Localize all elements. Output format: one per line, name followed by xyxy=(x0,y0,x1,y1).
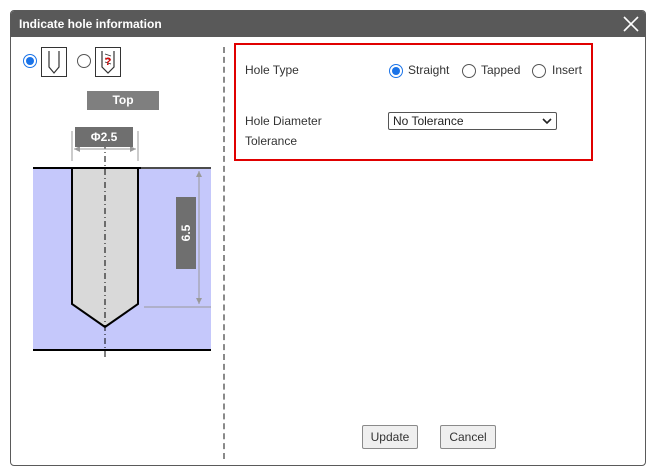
depth-dimension-label: 6.5 xyxy=(176,197,196,269)
tolerance-select-value: No Tolerance xyxy=(393,114,464,128)
close-icon[interactable] xyxy=(621,14,641,34)
tolerance-select[interactable]: No Tolerance xyxy=(388,112,557,130)
svg-text:?: ? xyxy=(105,56,112,68)
update-button[interactable]: Update xyxy=(362,425,418,449)
diameter-dimension-label: Φ2.5 xyxy=(75,127,133,147)
tapped-hole-icon[interactable]: ? xyxy=(95,47,121,77)
tolerance-label-line2: Tolerance xyxy=(245,134,298,148)
panel-divider xyxy=(223,47,225,459)
tapped-view-radio[interactable] xyxy=(77,54,91,68)
hole-type-radio-straight[interactable] xyxy=(389,64,403,78)
tolerance-label-line1: Hole Diameter xyxy=(245,114,322,128)
dialog-titlebar: Indicate hole information xyxy=(11,11,645,37)
cancel-button[interactable]: Cancel xyxy=(440,425,496,449)
hole-type-option-tapped[interactable]: Tapped xyxy=(481,63,520,77)
hole-type-radio-tapped[interactable] xyxy=(462,64,476,78)
dialog-title: Indicate hole information xyxy=(19,17,162,31)
hole-info-dialog: Indicate hole information ? Top Φ2.5 6.5… xyxy=(10,10,646,466)
depth-dimension-text: 6.5 xyxy=(179,224,193,242)
straight-view-radio[interactable] xyxy=(23,54,37,68)
hole-type-option-insert[interactable]: Insert xyxy=(552,63,582,77)
straight-hole-icon[interactable] xyxy=(41,47,67,77)
chevron-down-icon xyxy=(542,118,552,125)
hole-type-radio-insert[interactable] xyxy=(532,64,546,78)
hole-type-option-straight[interactable]: Straight xyxy=(408,63,449,77)
view-label: Top xyxy=(87,91,159,110)
hole-type-label: Hole Type xyxy=(245,63,299,77)
